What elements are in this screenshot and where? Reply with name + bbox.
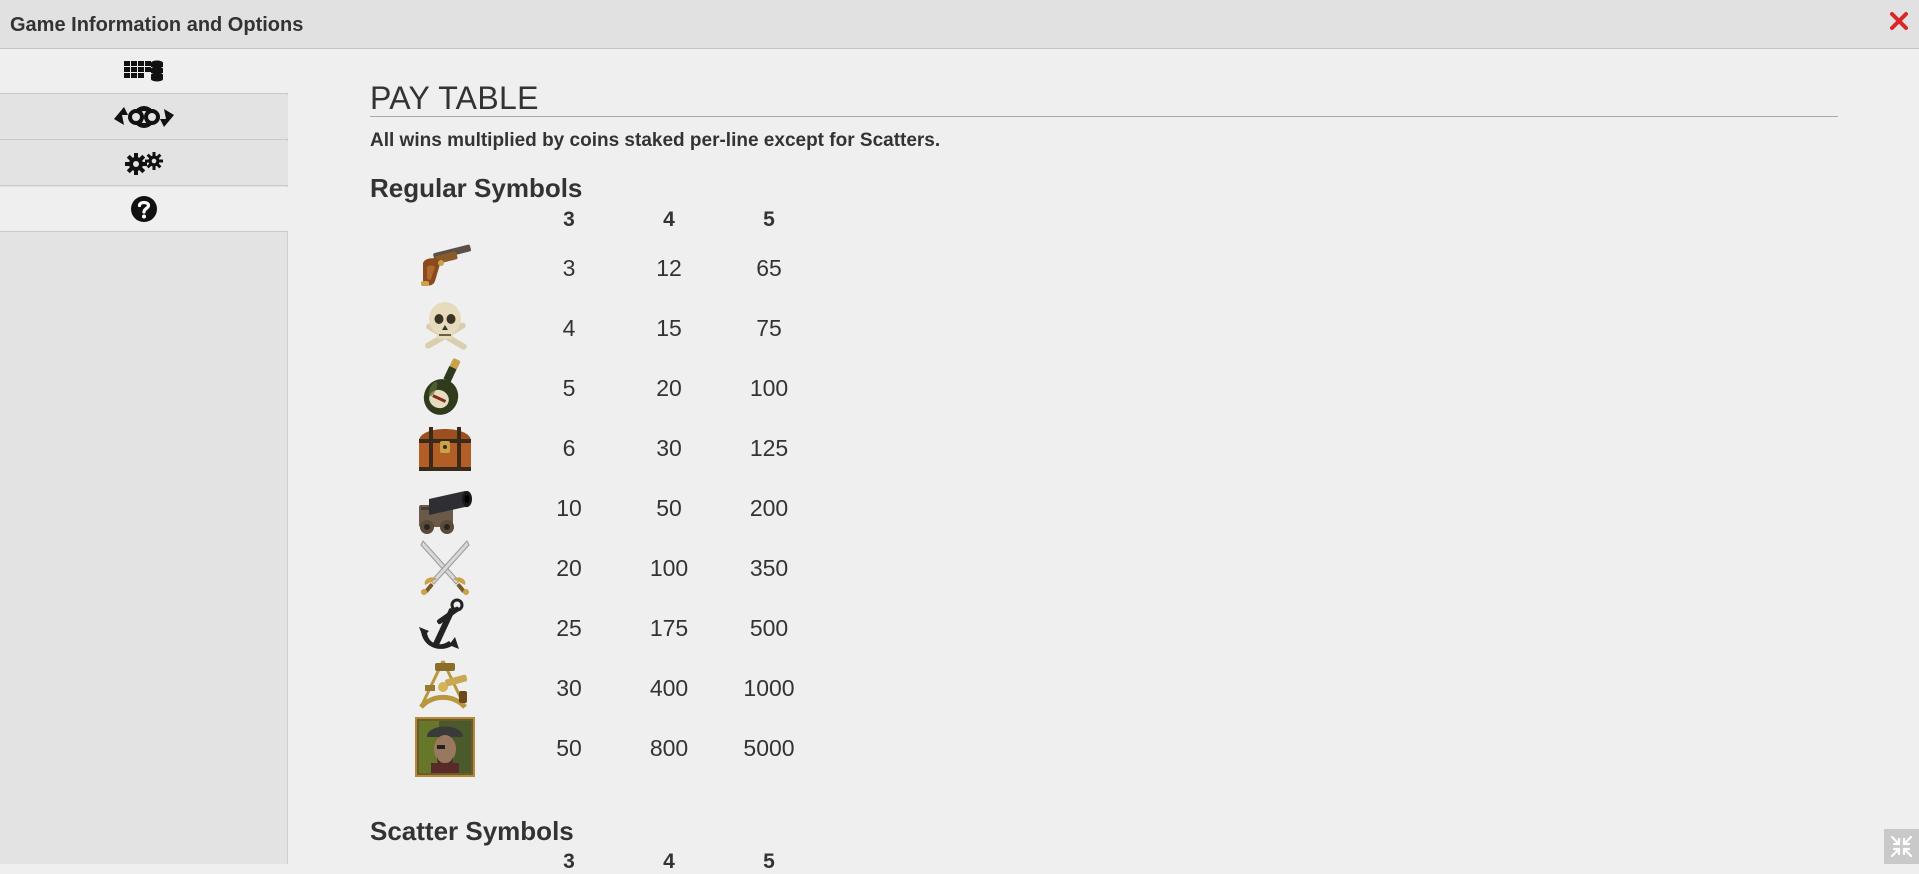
- table-row: 50 800 5000: [370, 717, 870, 777]
- column-header-5: 5: [739, 208, 799, 232]
- payout-5: 1000: [729, 675, 809, 702]
- payout-5: 500: [729, 615, 809, 642]
- payout-4: 30: [629, 435, 709, 462]
- table-row: 25 175 500: [370, 597, 870, 657]
- table-row: 5 20 100: [370, 357, 870, 417]
- help-icon: [130, 195, 158, 223]
- autoplay-icon: [112, 103, 176, 131]
- cannon-icon: [415, 477, 475, 537]
- payout-4: 15: [629, 315, 709, 342]
- crossed-swords-icon: [415, 537, 475, 597]
- payout-5: 5000: [729, 735, 809, 762]
- collapse-button[interactable]: [1884, 829, 1919, 864]
- title-bar: Game Information and Options: [0, 0, 1919, 49]
- scatter-symbols-heading: Scatter Symbols: [370, 816, 574, 847]
- table-row: 10 50 200: [370, 477, 870, 537]
- payout-5: 100: [729, 375, 809, 402]
- title-divider: [370, 116, 1838, 117]
- sextant-icon: [415, 657, 475, 717]
- payout-4: 175: [629, 615, 709, 642]
- skull-crossbones-icon: [415, 297, 475, 357]
- payout-3: 5: [529, 375, 609, 402]
- column-header-3: 3: [539, 208, 599, 232]
- paytable-icon: [124, 58, 164, 84]
- settings-gears-icon: [124, 150, 164, 176]
- payout-3: 10: [529, 495, 609, 522]
- page-title: PAY TABLE: [370, 80, 539, 117]
- scatter-column-header-5: 5: [739, 850, 799, 874]
- payout-3: 20: [529, 555, 609, 582]
- table-row: 20 100 350: [370, 537, 870, 597]
- payout-4: 400: [629, 675, 709, 702]
- payout-3: 25: [529, 615, 609, 642]
- table-row: 3 12 65: [370, 237, 870, 297]
- rum-bottle-icon: [415, 357, 475, 417]
- payout-5: 200: [729, 495, 809, 522]
- pirate-wild-icon: [415, 717, 475, 777]
- payout-3: 6: [529, 435, 609, 462]
- payout-5: 350: [729, 555, 809, 582]
- payout-3: 4: [529, 315, 609, 342]
- collapse-arrows-icon: [1884, 829, 1919, 864]
- payout-3: 3: [529, 255, 609, 282]
- flintlock-pistol-icon: [415, 237, 475, 297]
- payout-4: 20: [629, 375, 709, 402]
- table-row: 30 400 1000: [370, 657, 870, 717]
- anchor-icon: [415, 597, 475, 657]
- sidebar-item-settings[interactable]: [0, 141, 288, 186]
- payout-5: 125: [729, 435, 809, 462]
- scatter-column-header-3: 3: [539, 850, 599, 874]
- paytable-panel: PAY TABLE All wins multiplied by coins s…: [370, 49, 1840, 864]
- payout-4: 100: [629, 555, 709, 582]
- close-button[interactable]: [1887, 9, 1911, 33]
- scatter-column-header-4: 4: [639, 850, 699, 874]
- payout-4: 50: [629, 495, 709, 522]
- sidebar-item-autoplay[interactable]: [0, 95, 288, 140]
- close-icon: [1887, 9, 1911, 33]
- payout-4: 12: [629, 255, 709, 282]
- table-row: 4 15 75: [370, 297, 870, 357]
- regular-symbols-heading: Regular Symbols: [370, 173, 582, 204]
- payout-3: 50: [529, 735, 609, 762]
- table-row: 6 30 125: [370, 417, 870, 477]
- sidebar-item-help[interactable]: [0, 187, 288, 232]
- window-title: Game Information and Options: [10, 14, 303, 37]
- sidebar: [0, 49, 288, 864]
- sidebar-item-paytable[interactable]: [0, 49, 288, 94]
- paytable-description: All wins multiplied by coins staked per-…: [370, 130, 940, 152]
- column-header-4: 4: [639, 208, 699, 232]
- treasure-chest-icon: [415, 417, 475, 477]
- payout-4: 800: [629, 735, 709, 762]
- payout-3: 30: [529, 675, 609, 702]
- payout-5: 65: [729, 255, 809, 282]
- payout-5: 75: [729, 315, 809, 342]
